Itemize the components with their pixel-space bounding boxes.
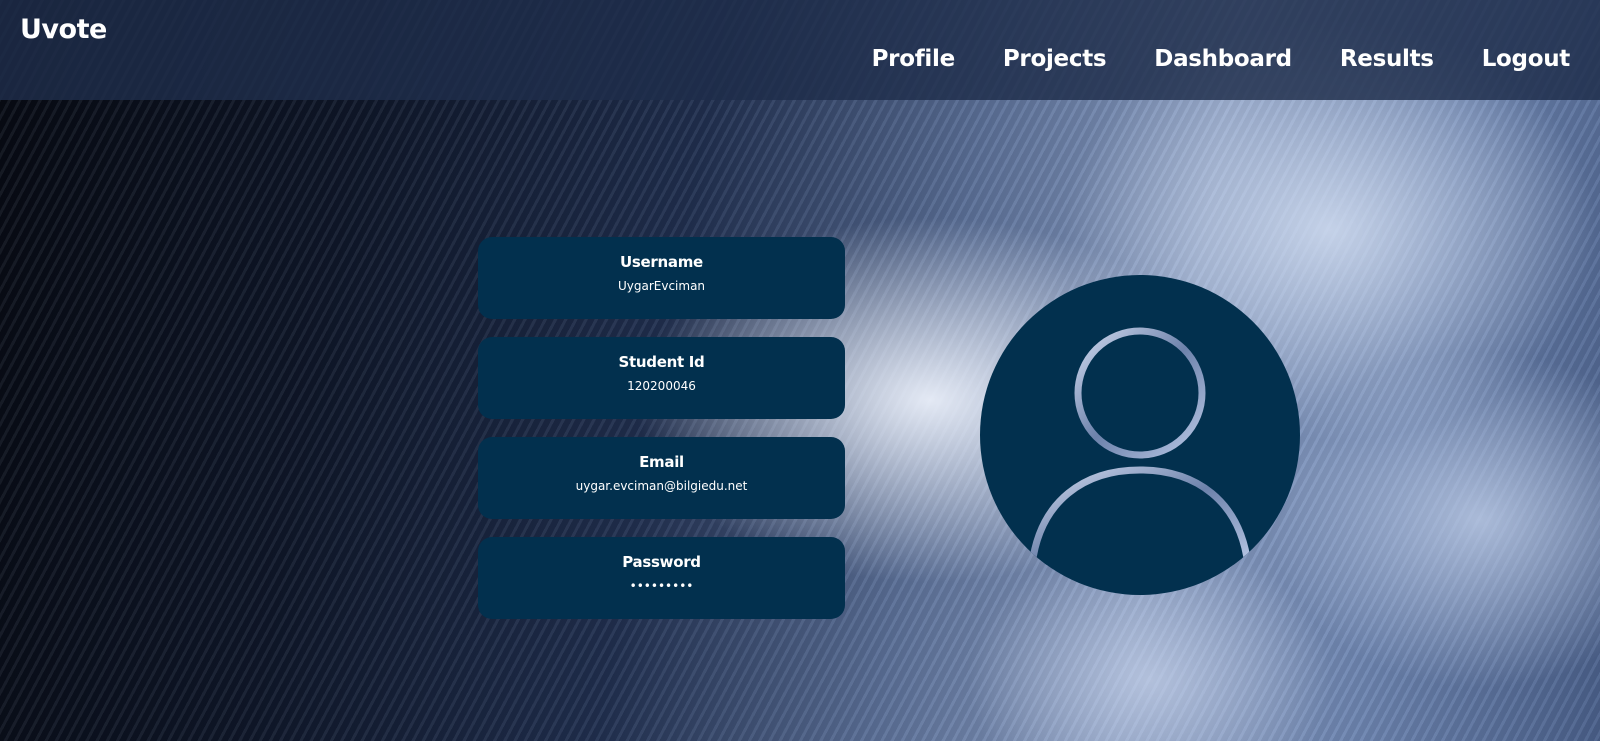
- nav-link-projects[interactable]: Projects: [1003, 46, 1107, 72]
- nav-link-profile[interactable]: Profile: [872, 46, 956, 72]
- username-value: UygarEvciman: [617, 279, 706, 293]
- student-id-card: Student Id 120200046: [478, 337, 845, 419]
- nav-link-results[interactable]: Results: [1340, 46, 1434, 72]
- password-value: •••••••••: [629, 579, 694, 593]
- student-id-label: Student Id: [618, 353, 705, 371]
- profile-avatar[interactable]: [980, 275, 1300, 595]
- username-card: Username UygarEvciman: [478, 237, 845, 319]
- nav-link-dashboard[interactable]: Dashboard: [1154, 46, 1292, 72]
- email-card: Email uygar.evciman@bilgiedu.net: [478, 437, 845, 519]
- nav-link-logout[interactable]: Logout: [1482, 46, 1571, 72]
- student-id-value: 120200046: [627, 379, 696, 393]
- email-value: uygar.evciman@bilgiedu.net: [575, 479, 748, 493]
- email-label: Email: [639, 453, 684, 471]
- nav-links: Profile Projects Dashboard Results Logou…: [872, 46, 1571, 72]
- username-label: Username: [620, 253, 703, 271]
- password-card: Password •••••••••: [478, 537, 845, 619]
- password-label: Password: [622, 553, 701, 571]
- user-avatar-icon: [1028, 327, 1252, 566]
- top-navbar: Uvote Profile Projects Dashboard Results…: [0, 0, 1600, 100]
- brand-logo[interactable]: Uvote: [20, 14, 107, 45]
